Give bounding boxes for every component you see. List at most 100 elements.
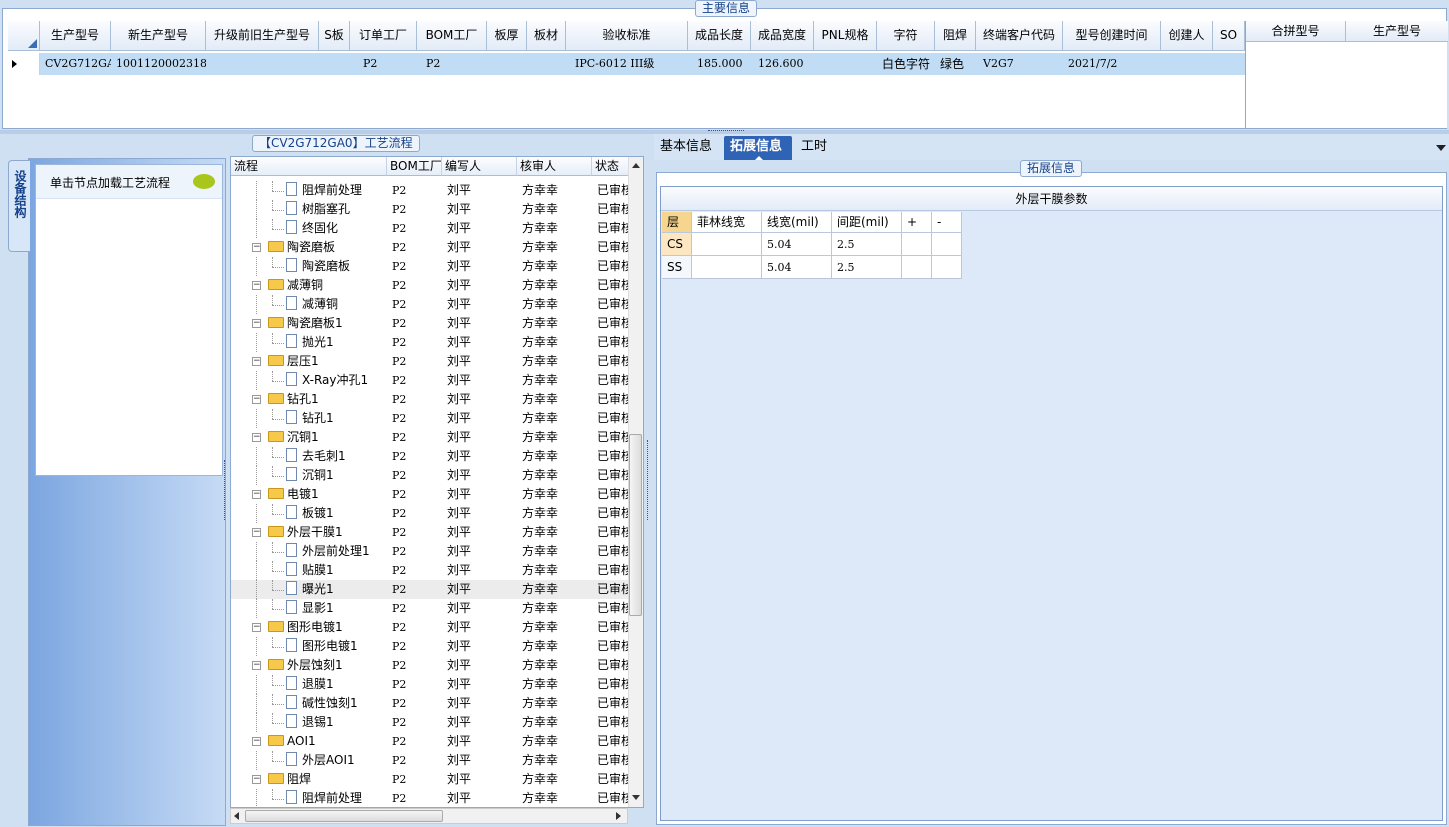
main-col-header-6[interactable]: 板厚 (487, 21, 527, 51)
tree-leaf-row[interactable]: 曝光1 P2 刘平 方幸幸 已审核 (231, 580, 629, 599)
scroll-left-icon[interactable] (234, 812, 239, 820)
tree-leaf-row[interactable]: 外层前处理1 P2 刘平 方幸幸 已审核 (231, 542, 629, 561)
scroll-down-icon[interactable] (632, 795, 640, 800)
main-cell-customer[interactable]: V2G7 (980, 53, 1063, 75)
scroll-right-icon[interactable] (616, 812, 621, 820)
main-cell-char[interactable]: 白色字符 (879, 53, 935, 75)
merge-prod-col-header[interactable]: 生产型号 (1346, 21, 1448, 42)
param-cell[interactable] (692, 233, 762, 256)
tree-leaf-row[interactable]: 树脂塞孔 P2 刘平 方幸幸 已审核 (231, 200, 629, 219)
main-cell-created[interactable]: 2021/7/2 (1065, 53, 1161, 75)
param-col-header-4[interactable]: + (902, 212, 932, 233)
tree-vertical-scroll-thumb[interactable] (629, 434, 642, 616)
tree-leaf-row[interactable]: 阻焊前处理 P2 刘平 方幸幸 已审核 (231, 789, 629, 807)
main-cell-so[interactable] (1215, 53, 1245, 75)
collapse-toggle-icon[interactable]: − (252, 357, 261, 366)
param-cell[interactable]: SS (662, 256, 692, 279)
main-col-header-11[interactable]: PNL规格 (814, 21, 877, 51)
param-cell[interactable]: 5.04 (762, 256, 832, 279)
main-col-header-17[interactable]: SO (1213, 21, 1245, 51)
main-col-header-10[interactable]: 成品宽度 (751, 21, 814, 51)
main-cell-creator[interactable] (1163, 53, 1213, 75)
param-cell[interactable] (902, 233, 932, 256)
tree-leaf-row[interactable]: 退锡1 P2 刘平 方幸幸 已审核 (231, 713, 629, 732)
tree-leaf-row[interactable]: 碱性蚀刻1 P2 刘平 方幸幸 已审核 (231, 694, 629, 713)
param-cell[interactable] (902, 256, 932, 279)
tree-leaf-row[interactable]: 外层AOI1 P2 刘平 方幸幸 已审核 (231, 751, 629, 770)
main-col-header-2[interactable]: 升级前旧生产型号 (206, 21, 319, 51)
main-cell-solder[interactable]: 绿色 (937, 53, 976, 75)
main-col-header-13[interactable]: 阻焊 (935, 21, 976, 51)
param-cell[interactable] (932, 233, 962, 256)
param-col-header-1[interactable]: 菲林线宽 (692, 212, 762, 233)
tree-leaf-row[interactable]: 钻孔1 P2 刘平 方幸幸 已审核 (231, 409, 629, 428)
tree-leaf-row[interactable]: 终固化 P2 刘平 方幸幸 已审核 (231, 219, 629, 238)
main-cell-order_factory[interactable]: P2 (360, 53, 417, 75)
tree-group-row[interactable]: − 电镀1 P2 刘平 方幸幸 已审核 (231, 485, 629, 504)
main-cell-width[interactable]: 126.600 (755, 53, 814, 75)
collapse-toggle-icon[interactable]: − (252, 661, 261, 670)
tree-leaf-row[interactable]: 抛光1 P2 刘平 方幸幸 已审核 (231, 333, 629, 352)
tree-leaf-row[interactable]: 显影1 P2 刘平 方幸幸 已审核 (231, 599, 629, 618)
tree-leaf-row[interactable]: 板镀1 P2 刘平 方幸幸 已审核 (231, 504, 629, 523)
main-col-header-1[interactable]: 新生产型号 (111, 21, 206, 51)
tree-group-row[interactable]: − 陶瓷磨板 P2 刘平 方幸幸 已审核 (231, 238, 629, 257)
param-col-header-5[interactable]: - (932, 212, 962, 233)
tree-leaf-row[interactable]: 贴膜1 P2 刘平 方幸幸 已审核 (231, 561, 629, 580)
param-cell[interactable]: CS (662, 233, 692, 256)
main-cell-length[interactable]: 185.000 (694, 53, 751, 75)
main-cell-standard[interactable]: IPC-6012 III级 (572, 53, 688, 75)
main-col-header-7[interactable]: 板材 (527, 21, 566, 51)
collapse-toggle-icon[interactable]: − (252, 623, 261, 632)
main-col-header-5[interactable]: BOM工厂 (417, 21, 487, 51)
main-cell-bom_factory[interactable]: P2 (423, 53, 487, 75)
collapse-toggle-icon[interactable]: − (252, 395, 261, 404)
tab-basic-info[interactable]: 基本信息 (654, 136, 718, 160)
tree-leaf-row[interactable]: 去毛刺1 P2 刘平 方幸幸 已审核 (231, 447, 629, 466)
tree-group-row[interactable]: − 陶瓷磨板1 P2 刘平 方幸幸 已审核 (231, 314, 629, 333)
collapse-toggle-icon[interactable]: − (252, 281, 261, 290)
tree-horizontal-scroll-thumb[interactable] (245, 810, 443, 822)
tree-group-row[interactable]: − 钻孔1 P2 刘平 方幸幸 已审核 (231, 390, 629, 409)
main-cell-prod_model[interactable]: CV2G712GA0 (42, 53, 111, 75)
collapse-toggle-icon[interactable]: − (252, 433, 261, 442)
middle-splitter-grip-icon[interactable] (647, 440, 651, 520)
main-col-header-12[interactable]: 字符 (877, 21, 935, 51)
param-cell[interactable]: 2.5 (832, 256, 902, 279)
left-splitter-grip-icon[interactable] (224, 460, 228, 520)
param-col-header-0[interactable]: 层 (662, 212, 692, 233)
param-cell[interactable] (692, 256, 762, 279)
tree-group-row[interactable]: − 图形电镀1 P2 刘平 方幸幸 已审核 (231, 618, 629, 637)
scroll-up-icon[interactable] (632, 163, 640, 168)
tree-leaf-row[interactable]: 阻焊前处理 P2 刘平 方幸幸 已审核 (231, 181, 629, 200)
tree-group-row[interactable]: − 沉铜1 P2 刘平 方幸幸 已审核 (231, 428, 629, 447)
collapse-toggle-icon[interactable]: − (252, 490, 261, 499)
main-col-header-3[interactable]: S板 (319, 21, 350, 51)
tree-leaf-row[interactable]: 陶瓷磨板 P2 刘平 方幸幸 已审核 (231, 257, 629, 276)
collapse-toggle-icon[interactable]: − (252, 737, 261, 746)
main-col-header-9[interactable]: 成品长度 (688, 21, 751, 51)
tree-group-row[interactable]: − 外层蚀刻1 P2 刘平 方幸幸 已审核 (231, 656, 629, 675)
main-col-header-16[interactable]: 创建人 (1161, 21, 1213, 51)
main-cell-s_board[interactable] (321, 53, 350, 75)
param-col-header-3[interactable]: 间距(mil) (832, 212, 902, 233)
main-cell-old_model[interactable] (208, 53, 319, 75)
param-cell[interactable] (932, 256, 962, 279)
tree-leaf-row[interactable]: 图形电镀1 P2 刘平 方幸幸 已审核 (231, 637, 629, 656)
main-cell-new_model[interactable]: 10011200023186 (113, 53, 206, 75)
main-col-header-0[interactable]: 生产型号 (40, 21, 111, 51)
tree-group-row[interactable]: − 外层干膜1 P2 刘平 方幸幸 已审核 (231, 523, 629, 542)
collapse-toggle-icon[interactable]: − (252, 775, 261, 784)
tab-dropdown-icon[interactable] (1436, 145, 1446, 151)
param-cell[interactable]: 5.04 (762, 233, 832, 256)
main-cell-thickness[interactable] (489, 53, 527, 75)
tree-group-row[interactable]: − 减薄铜 P2 刘平 方幸幸 已审核 (231, 276, 629, 295)
main-col-header-4[interactable]: 订单工厂 (350, 21, 417, 51)
param-cell[interactable]: 2.5 (832, 233, 902, 256)
collapse-toggle-icon[interactable]: − (252, 528, 261, 537)
tree-leaf-row[interactable]: 减薄铜 P2 刘平 方幸幸 已审核 (231, 295, 629, 314)
main-col-header-15[interactable]: 型号创建时间 (1063, 21, 1161, 51)
tree-leaf-row[interactable]: 退膜1 P2 刘平 方幸幸 已审核 (231, 675, 629, 694)
tree-group-row[interactable]: − AOI1 P2 刘平 方幸幸 已审核 (231, 732, 629, 751)
splitter-grip-icon[interactable] (708, 130, 744, 133)
